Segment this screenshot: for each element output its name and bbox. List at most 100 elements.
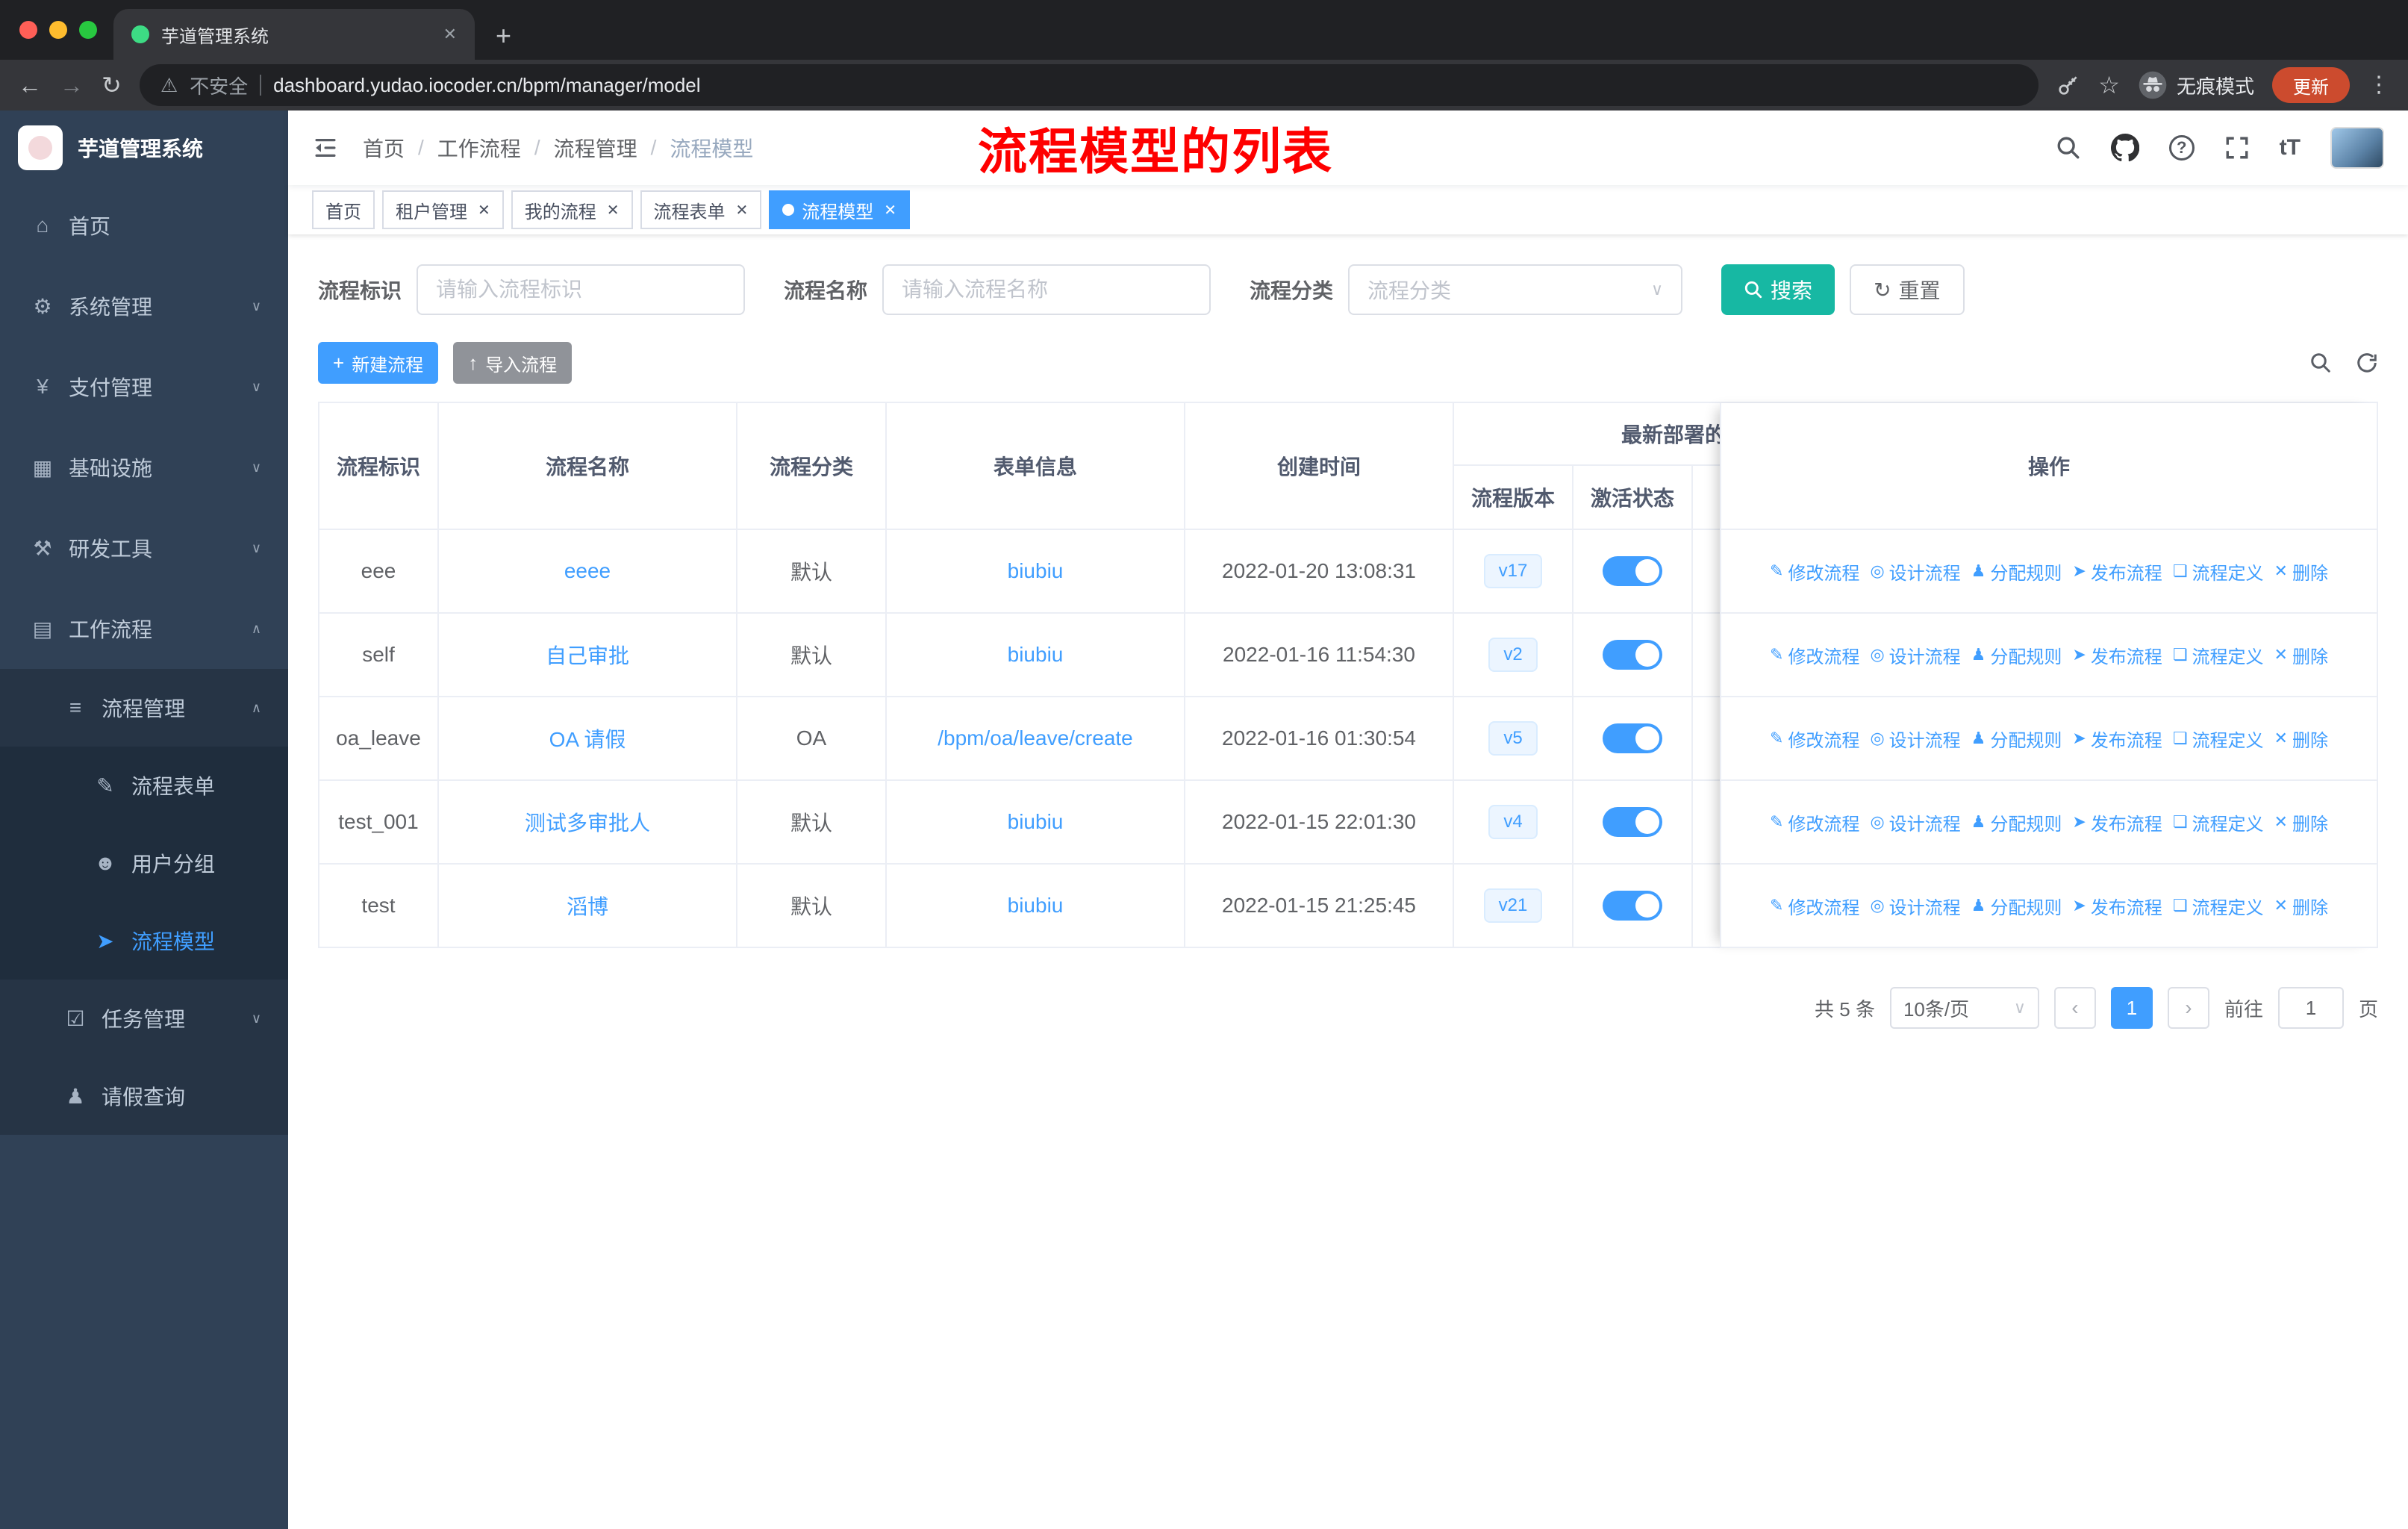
modify-process-link[interactable]: ✎ 修改流程: [1770, 809, 1859, 835]
password-key-icon[interactable]: [2056, 73, 2080, 97]
tag-process-model[interactable]: 流程模型 ✕: [769, 190, 911, 229]
forward-button[interactable]: →: [60, 73, 84, 97]
form-info-link[interactable]: biubiu: [1008, 810, 1064, 834]
sidebar-item-payment-manage[interactable]: ¥ 支付管理 ∨: [0, 346, 288, 427]
process-definition-link[interactable]: ❏ 流程定义: [2173, 726, 2264, 752]
sidebar-item-process-manage[interactable]: ≡ 流程管理 ∧: [0, 669, 288, 747]
reset-button[interactable]: ↻ 重置: [1850, 264, 1965, 315]
modify-process-link[interactable]: ✎ 修改流程: [1770, 558, 1859, 585]
process-name-input[interactable]: [882, 264, 1211, 315]
user-avatar[interactable]: [2330, 127, 2384, 169]
bookmark-star-icon[interactable]: ☆: [2098, 73, 2120, 97]
sidebar-item-home[interactable]: ⌂ 首页: [0, 185, 288, 266]
active-toggle[interactable]: [1603, 640, 1662, 670]
form-info-link[interactable]: biubiu: [1008, 559, 1064, 583]
prev-page-button[interactable]: ‹: [2053, 987, 2096, 1029]
delete-process-link[interactable]: ✕ 删除: [2274, 642, 2328, 668]
process-name-link[interactable]: 滔博: [567, 891, 608, 921]
delete-process-link[interactable]: ✕ 删除: [2274, 809, 2328, 835]
assign-rule-link[interactable]: ♟ 分配规则: [1971, 726, 2062, 752]
sidebar-collapse-icon[interactable]: [312, 134, 339, 161]
sidebar-item-dev-tools[interactable]: ⚒ 研发工具 ∨: [0, 508, 288, 588]
maximize-window-button[interactable]: [79, 21, 97, 39]
update-button[interactable]: 更新: [2272, 67, 2350, 103]
goto-page-input[interactable]: [2277, 987, 2344, 1029]
process-key-input[interactable]: [417, 264, 746, 315]
sidebar-item-task-manage[interactable]: ☑ 任务管理 ∨: [0, 980, 288, 1057]
close-window-button[interactable]: [19, 21, 37, 39]
assign-rule-link[interactable]: ♟ 分配规则: [1971, 893, 2062, 919]
sidebar-item-user-group[interactable]: ☻ 用户分组: [0, 824, 288, 902]
publish-process-link[interactable]: ➤ 发布流程: [2072, 558, 2162, 585]
fullscreen-icon[interactable]: [2224, 135, 2250, 161]
next-page-button[interactable]: ›: [2167, 987, 2209, 1029]
process-name-link[interactable]: OA 请假: [549, 723, 626, 753]
assign-rule-link[interactable]: ♟ 分配规则: [1971, 558, 2062, 585]
tag-home[interactable]: 首页: [312, 190, 375, 229]
import-process-button[interactable]: ↑ 导入流程: [453, 342, 573, 384]
design-process-link[interactable]: ◎ 设计流程: [1870, 642, 1960, 668]
sidebar-item-infrastructure[interactable]: ▦ 基础设施 ∨: [0, 427, 288, 508]
close-tab-icon[interactable]: ✕: [443, 25, 457, 44]
process-definition-link[interactable]: ❏ 流程定义: [2173, 893, 2264, 919]
form-info-link[interactable]: biubiu: [1008, 894, 1064, 918]
current-page-button[interactable]: 1: [2110, 987, 2153, 1029]
refresh-table-icon[interactable]: [2356, 352, 2378, 374]
design-process-link[interactable]: ◎ 设计流程: [1870, 809, 1960, 835]
search-icon[interactable]: [2056, 135, 2081, 161]
modify-process-link[interactable]: ✎ 修改流程: [1770, 726, 1859, 752]
browser-tab[interactable]: 芋道管理系统 ✕: [113, 9, 475, 60]
sidebar-item-system-manage[interactable]: ⚙ 系统管理 ∨: [0, 266, 288, 346]
close-tag-icon[interactable]: ✕: [884, 201, 896, 219]
github-icon[interactable]: [2110, 134, 2139, 162]
form-info-link[interactable]: /bpm/oa/leave/create: [938, 726, 1133, 750]
process-definition-link[interactable]: ❏ 流程定义: [2173, 809, 2264, 835]
modify-process-link[interactable]: ✎ 修改流程: [1770, 642, 1859, 668]
sidebar-item-process-model[interactable]: ➤ 流程模型: [0, 902, 288, 980]
category-select[interactable]: 流程分类 ∨: [1348, 264, 1683, 315]
toggle-search-icon[interactable]: [2309, 352, 2332, 374]
url-bar[interactable]: ⚠ 不安全 dashboard.yudao.iocoder.cn/bpm/man…: [139, 64, 2039, 106]
active-toggle[interactable]: [1603, 891, 1662, 921]
delete-process-link[interactable]: ✕ 删除: [2274, 893, 2328, 919]
font-size-icon[interactable]: tT: [2280, 135, 2301, 161]
modify-process-link[interactable]: ✎ 修改流程: [1770, 893, 1859, 919]
breadcrumb-item[interactable]: 工作流程: [437, 133, 521, 163]
process-definition-link[interactable]: ❏ 流程定义: [2173, 642, 2264, 668]
search-button[interactable]: 搜索: [1721, 264, 1835, 315]
assign-rule-link[interactable]: ♟ 分配规则: [1971, 642, 2062, 668]
active-toggle[interactable]: [1603, 807, 1662, 837]
delete-process-link[interactable]: ✕ 删除: [2274, 726, 2328, 752]
tag-tenant-manage[interactable]: 租户管理 ✕: [382, 190, 504, 229]
design-process-link[interactable]: ◎ 设计流程: [1870, 726, 1960, 752]
process-name-link[interactable]: 测试多审批人: [525, 807, 650, 837]
active-toggle[interactable]: [1603, 556, 1662, 586]
new-tab-button[interactable]: +: [496, 22, 511, 49]
tag-process-form[interactable]: 流程表单 ✕: [640, 190, 762, 229]
process-name-link[interactable]: 自己审批: [546, 640, 629, 670]
close-tag-icon[interactable]: ✕: [736, 201, 749, 219]
sidebar-item-process-form[interactable]: ✎ 流程表单: [0, 747, 288, 824]
page-size-select[interactable]: 10条/页 ∨: [1889, 987, 2039, 1029]
form-info-link[interactable]: biubiu: [1008, 643, 1064, 667]
process-name-link[interactable]: eeee: [564, 559, 611, 583]
publish-process-link[interactable]: ➤ 发布流程: [2072, 726, 2162, 752]
close-tag-icon[interactable]: ✕: [607, 201, 620, 219]
breadcrumb-item[interactable]: 流程管理: [554, 133, 637, 163]
reload-button[interactable]: ↻: [102, 73, 122, 97]
create-process-button[interactable]: + 新建流程: [318, 342, 439, 384]
design-process-link[interactable]: ◎ 设计流程: [1870, 558, 1960, 585]
publish-process-link[interactable]: ➤ 发布流程: [2072, 642, 2162, 668]
breadcrumb-item[interactable]: 首页: [363, 133, 405, 163]
sidebar-item-leave-query[interactable]: ♟ 请假查询: [0, 1057, 288, 1135]
browser-menu-icon[interactable]: ⋮: [2368, 74, 2390, 96]
help-icon[interactable]: ?: [2168, 135, 2195, 161]
publish-process-link[interactable]: ➤ 发布流程: [2072, 893, 2162, 919]
delete-process-link[interactable]: ✕ 删除: [2274, 558, 2328, 585]
publish-process-link[interactable]: ➤ 发布流程: [2072, 809, 2162, 835]
security-warning-icon[interactable]: ⚠: [160, 74, 178, 97]
assign-rule-link[interactable]: ♟ 分配规则: [1971, 809, 2062, 835]
close-tag-icon[interactable]: ✕: [478, 201, 490, 219]
tag-my-process[interactable]: 我的流程 ✕: [511, 190, 633, 229]
back-button[interactable]: ←: [18, 73, 42, 97]
